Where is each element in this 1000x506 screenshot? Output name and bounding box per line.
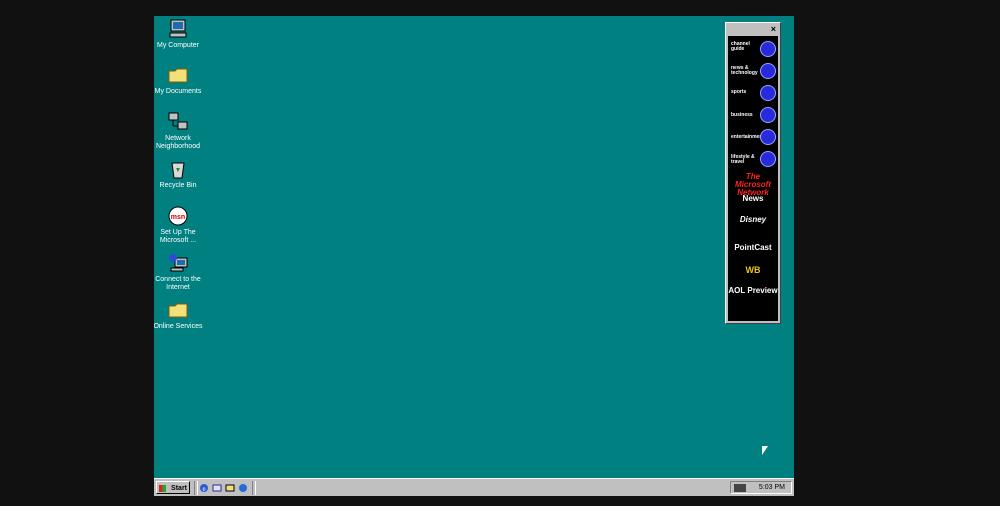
desktop-icon-my-computer[interactable]: My Computer: [154, 18, 208, 50]
globe-icon: [760, 41, 776, 57]
business-icon: [760, 107, 776, 123]
channel-pointcast[interactable]: PointCast: [728, 243, 778, 253]
mouse-cursor-icon: [762, 446, 768, 455]
connect-internet-icon: [169, 254, 188, 272]
channel-business[interactable]: business: [728, 107, 778, 123]
desktop-icon-label: My Documents: [154, 88, 202, 95]
desktop-icon-network-neighborhood[interactable]: Network Neighborhood: [154, 111, 208, 151]
desktop-icon-label: Set Up The Microsoft ...: [159, 229, 197, 244]
desktop-icon-label: Connect to the Internet: [155, 276, 201, 291]
channel-warner-bros[interactable]: WB: [728, 263, 778, 277]
folder-icon: [168, 68, 188, 83]
internet-explorer-icon[interactable]: e: [199, 483, 209, 493]
channel-list: channel guide news & technology sports b…: [728, 36, 778, 321]
desktop-icon-online-services[interactable]: Online Services: [154, 299, 208, 331]
clock[interactable]: 5:03 PM: [759, 484, 785, 492]
channel-disney[interactable]: Disney: [728, 214, 778, 226]
computer-icon: [169, 19, 187, 38]
msn-icon: msn: [168, 206, 188, 226]
windows-logo-icon: [159, 485, 166, 492]
start-label: Start: [171, 485, 187, 492]
desktop-icon-label: My Computer: [156, 42, 199, 49]
system-tray: 5:03 PM: [730, 481, 792, 494]
channel-entertainment[interactable]: entertainment: [728, 129, 778, 145]
channels-icon[interactable]: [238, 483, 248, 493]
desktop-icon-label: Recycle Bin: [159, 182, 197, 189]
airplane-icon: [760, 151, 776, 167]
svg-text:e: e: [202, 485, 205, 493]
close-icon[interactable]: ×: [771, 24, 776, 34]
network-icon: [168, 112, 188, 130]
start-button[interactable]: Start: [156, 481, 190, 494]
desktop-icon-connect-internet[interactable]: Connect to the Internet: [154, 252, 208, 292]
channel-label: news & technology: [731, 65, 758, 76]
channel-label: lifestyle & travel: [731, 154, 755, 165]
sports-icon: [760, 85, 776, 101]
desktop-icon-label: Online Services: [154, 323, 203, 330]
entertainment-icon: [760, 129, 776, 145]
channel-label: sports: [731, 89, 747, 95]
desktop-icon-setup-msn[interactable]: msn Set Up The Microsoft ...: [154, 205, 208, 245]
news-icon: [760, 63, 776, 79]
taskbar-separator: [252, 481, 256, 495]
channel-msnbc-news[interactable]: News: [728, 194, 778, 204]
svg-text:msn: msn: [171, 214, 185, 221]
desktop-icon-recycle-bin[interactable]: Recycle Bin: [154, 158, 208, 190]
channel-sports[interactable]: sports: [728, 85, 778, 101]
channel-news-technology[interactable]: news & technology: [728, 63, 778, 79]
channel-label: business: [731, 112, 753, 118]
taskbar-separator: [194, 481, 198, 495]
channel-guide[interactable]: channel guide: [728, 41, 778, 57]
channel-label: channel guide: [731, 41, 750, 52]
outlook-express-icon[interactable]: [212, 483, 222, 493]
show-desktop-icon[interactable]: [225, 483, 235, 493]
channel-aol-preview[interactable]: AOL Preview: [728, 286, 778, 295]
channel-bar: × channel guide news & technology sports…: [725, 22, 781, 324]
desktop[interactable]: My Computer My Documents Network Neighbo…: [154, 16, 794, 496]
channel-bar-titlebar[interactable]: ×: [726, 23, 780, 35]
folder-icon: [168, 303, 188, 318]
channel-lifestyle-travel[interactable]: lifestyle & travel: [728, 151, 778, 167]
taskbar: Start e 5:03 PM: [154, 478, 794, 496]
desktop-icon-my-documents[interactable]: My Documents: [154, 64, 208, 96]
volume-icon[interactable]: [734, 484, 746, 492]
recycle-bin-icon: [171, 162, 185, 179]
desktop-icon-label: Network Neighborhood: [156, 135, 200, 150]
